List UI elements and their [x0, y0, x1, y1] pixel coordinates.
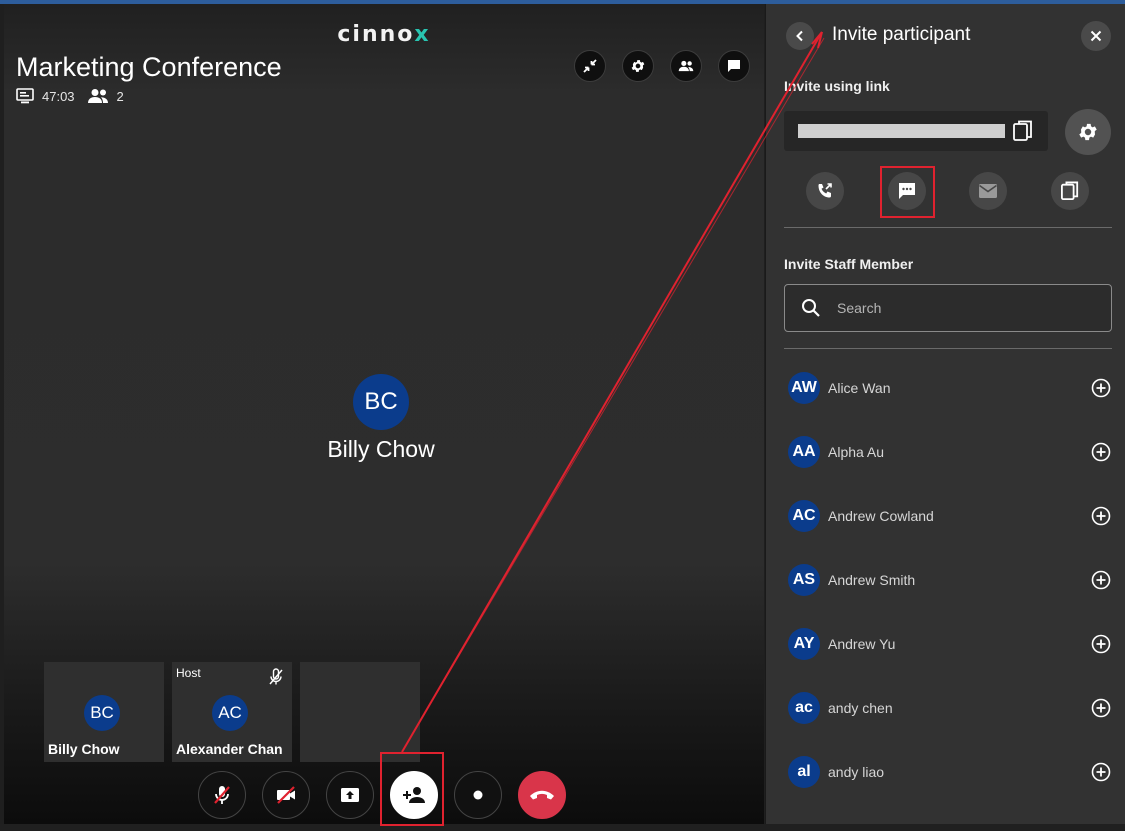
close-icon: [1090, 30, 1102, 42]
invite-panel: Invite participant Invite using link Inv…: [765, 4, 1125, 824]
add-circle-icon[interactable]: [1091, 634, 1111, 659]
phone-forward-icon: [818, 183, 832, 198]
search-icon: [801, 298, 821, 323]
share-screen-button[interactable]: [326, 771, 374, 819]
invite-link-redacted: [798, 124, 1005, 138]
invite-link-field[interactable]: [784, 111, 1048, 151]
conference-title: Marketing Conference: [16, 52, 282, 82]
member-row[interactable]: al andy liao: [766, 752, 1125, 792]
gear-icon: [631, 60, 645, 72]
member-avatar: AS: [788, 564, 820, 596]
brand-logo: cinnox: [4, 22, 764, 47]
add-circle-icon[interactable]: [1091, 378, 1111, 403]
conference-view: cinnox Marketing Conference 47:03 2 BC B…: [4, 4, 764, 824]
member-name: andy liao: [828, 764, 885, 780]
member-avatar: al: [788, 756, 820, 788]
chat-icon: [728, 60, 740, 72]
back-button[interactable]: [786, 22, 814, 50]
member-avatar: AY: [788, 628, 820, 660]
add-circle-icon[interactable]: [1091, 698, 1111, 723]
member-avatar: ac: [788, 692, 820, 724]
participant-count: 2: [116, 88, 124, 104]
active-speaker: BC Billy Chow: [316, 374, 446, 463]
section-divider: [784, 227, 1112, 228]
member-name: Alpha Au: [828, 444, 885, 460]
minimize-icon: [583, 59, 597, 73]
copy-link-icon[interactable]: [1013, 120, 1033, 147]
app-window: cinnox Marketing Conference 47:03 2 BC B…: [0, 0, 1125, 831]
add-circle-icon[interactable]: [1091, 442, 1111, 467]
staff-search-box: [784, 284, 1112, 332]
search-input[interactable]: [837, 285, 1097, 331]
member-row[interactable]: ac andy chen: [766, 688, 1125, 728]
video-off-icon: [277, 786, 295, 804]
section-divider: [784, 348, 1112, 349]
share-by-email-button[interactable]: [969, 172, 1007, 210]
staff-label: Invite Staff Member: [784, 256, 914, 272]
mail-icon: [979, 184, 997, 198]
host-badge: Host: [176, 666, 201, 680]
member-row[interactable]: AY Andrew Yu: [766, 624, 1125, 664]
end-call-button[interactable]: [518, 771, 566, 819]
participant-tile[interactable]: Host AC Alexander Chan: [172, 662, 292, 762]
settings-button[interactable]: [622, 50, 654, 82]
screen-timer-icon: [16, 88, 34, 104]
member-name: andy chen: [828, 700, 893, 716]
member-avatar: AC: [788, 500, 820, 532]
close-button[interactable]: [1081, 21, 1111, 51]
copy-icon: [1061, 181, 1079, 200]
chat-button[interactable]: [718, 50, 750, 82]
call-duration: 47:03: [42, 88, 75, 104]
record-icon: [473, 790, 483, 800]
top-controls: [574, 50, 750, 82]
tile-name: Alexander Chan: [176, 741, 283, 757]
minimize-button[interactable]: [574, 50, 606, 82]
hang-up-icon: [530, 790, 554, 800]
member-row[interactable]: AA Alpha Au: [766, 432, 1125, 472]
member-row[interactable]: AS Andrew Smith: [766, 560, 1125, 600]
tile-avatar: AC: [212, 695, 248, 731]
gear-icon: [1079, 123, 1097, 141]
chevron-left-icon: [796, 30, 803, 42]
member-name: Andrew Cowland: [828, 508, 934, 524]
member-row[interactable]: AW Alice Wan: [766, 368, 1125, 408]
participants-icon: [87, 88, 109, 104]
add-circle-icon[interactable]: [1091, 506, 1111, 531]
empty-tile: [300, 662, 420, 762]
window-bottom-strip: [0, 824, 1125, 831]
highlight-add-participant: [380, 752, 444, 826]
conference-meta: 47:03 2: [16, 88, 136, 104]
copy-invite-button[interactable]: [1051, 172, 1089, 210]
member-avatar: AA: [788, 436, 820, 468]
mute-mic-button[interactable]: [198, 771, 246, 819]
people-icon: [678, 60, 694, 72]
muted-mic-icon: [268, 668, 284, 691]
record-button[interactable]: [454, 771, 502, 819]
member-name: Alice Wan: [828, 380, 891, 396]
tile-name: Billy Chow: [48, 741, 120, 757]
speaker-avatar: BC: [353, 374, 409, 430]
highlight-sms-share: [880, 166, 935, 218]
camera-off-button[interactable]: [262, 771, 310, 819]
member-name: Andrew Yu: [828, 636, 896, 652]
brand-logo-text: cinno: [337, 22, 415, 47]
add-circle-icon[interactable]: [1091, 570, 1111, 595]
member-name: Andrew Smith: [828, 572, 916, 588]
share-by-phone-button[interactable]: [806, 172, 844, 210]
panel-title: Invite participant: [832, 24, 971, 45]
member-avatar: AW: [788, 372, 820, 404]
link-settings-button[interactable]: [1065, 109, 1111, 155]
participants-button[interactable]: [670, 50, 702, 82]
speaker-name: Billy Chow: [327, 436, 435, 462]
participant-tile[interactable]: BC Billy Chow: [44, 662, 164, 762]
invite-link-label: Invite using link: [784, 78, 890, 94]
member-row[interactable]: AC Andrew Cowland: [766, 496, 1125, 536]
brand-logo-accent: x: [414, 22, 431, 47]
share-screen-icon: [341, 788, 359, 802]
tile-avatar: BC: [84, 695, 120, 731]
add-circle-icon[interactable]: [1091, 762, 1111, 787]
mic-off-icon: [214, 786, 230, 804]
